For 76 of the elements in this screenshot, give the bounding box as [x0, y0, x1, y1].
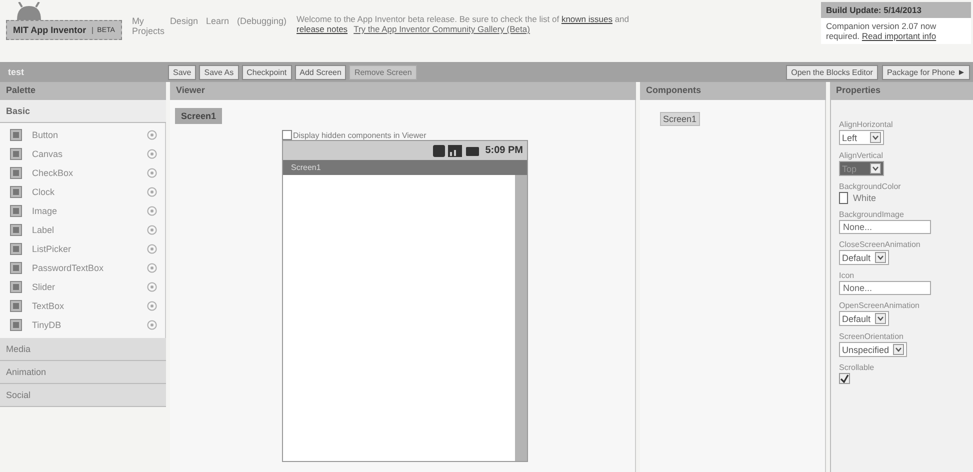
color-swatch[interactable] [839, 192, 848, 204]
toolbar-button[interactable]: Save As [199, 64, 239, 80]
toolbar-button[interactable]: Open the Blocks Editor [786, 64, 878, 80]
phone-time: 5:09 PM [485, 145, 523, 156]
property-label: BackgroundImage [839, 210, 905, 219]
dropdown[interactable]: Left [839, 130, 884, 145]
nav-link[interactable]: (Debugging) [236, 16, 287, 36]
palette-item[interactable]: Label [0, 221, 165, 240]
palette-section[interactable]: Animation [0, 361, 166, 384]
component-icon [10, 262, 22, 274]
property-label: AlignHorizontal [839, 120, 894, 129]
palette-item[interactable]: TinyDB [0, 316, 165, 335]
property-label: ScreenOrientation [839, 332, 904, 341]
panel-header: Properties [830, 82, 973, 100]
panel-header: Palette [0, 82, 166, 100]
property-label: BackgroundColor [839, 182, 902, 191]
checkbox-label: Display hidden components in Viewer [293, 130, 426, 140]
dropdown[interactable]: Default [839, 311, 889, 326]
checkbox[interactable] [282, 130, 292, 140]
component-icon [10, 167, 22, 179]
tree-item[interactable]: Screen1 [660, 112, 700, 126]
palette-item[interactable]: Clock [0, 183, 165, 202]
palette-item[interactable]: TextBox [0, 297, 165, 316]
status-icons [433, 144, 482, 158]
nav-link[interactable]: Design [170, 16, 198, 36]
gallery-link[interactable]: Try the App Inventor Community Gallery (Beta) [354, 24, 530, 34]
project-name: test [8, 67, 26, 77]
toolbar-button[interactable]: Package for Phone [882, 64, 970, 80]
property-label: Icon [839, 271, 856, 280]
panel-header: Viewer [170, 82, 636, 100]
palette-item[interactable]: ListPicker [0, 240, 165, 259]
android-robot-icon [14, 2, 44, 20]
check-icon [840, 374, 849, 383]
property-label: OpenScreenAnimation [839, 301, 920, 310]
palette-item[interactable]: CheckBox [0, 164, 165, 183]
component-icon [10, 319, 22, 331]
nav-link[interactable]: My Projects [132, 16, 162, 36]
palette-item[interactable]: Canvas [0, 145, 165, 164]
release-notes-link[interactable]: release notes [296, 24, 348, 34]
color-name: White [853, 193, 876, 203]
property-label: Scrollable [839, 363, 876, 372]
component-icon [10, 205, 22, 217]
known-issues-link[interactable]: known issues [561, 14, 612, 24]
palette-section[interactable]: Media [0, 338, 166, 361]
property-label: AlignVertical [839, 151, 884, 160]
toolbar-button[interactable]: Save [168, 64, 196, 80]
panel-header: Components [640, 82, 826, 100]
checkbox[interactable] [839, 373, 850, 384]
text-field[interactable]: None... [839, 220, 931, 234]
screen-tab[interactable]: Screen1 [175, 108, 222, 124]
property-label: CloseScreenAnimation [839, 240, 922, 249]
text-field[interactable]: None... [839, 281, 931, 295]
dropdown[interactable]: Unspecified [839, 342, 908, 357]
caret-icon [958, 68, 965, 76]
palette-item[interactable]: Slider [0, 278, 165, 297]
dropdown[interactable]: Default [839, 250, 889, 265]
palette-item[interactable]: PasswordTextBox [0, 259, 165, 278]
nav-link[interactable]: Learn [206, 16, 229, 36]
component-icon [10, 148, 22, 160]
component-icon [10, 224, 22, 236]
component-icon [10, 186, 22, 198]
palette-section[interactable]: Basic [0, 100, 166, 123]
component-icon [10, 281, 22, 293]
toolbar-button[interactable]: Checkpoint [242, 64, 292, 80]
update-text: Companion version 2.07 now required. Read important info [825, 20, 938, 43]
palette-section[interactable]: Social [0, 384, 166, 407]
palette-item[interactable]: Button [0, 126, 165, 145]
palette-item[interactable]: Image [0, 202, 165, 221]
component-icon [10, 300, 22, 312]
toolbar-button[interactable]: Add Screen [294, 64, 346, 80]
component-icon [10, 129, 22, 141]
important-info-link[interactable]: Read important info [862, 31, 936, 41]
component-icon [10, 243, 22, 255]
welcome-text: Welcome to the App Inventor beta release. Be sure to check the list of known issues and [296, 14, 630, 24]
update-title: Build Update: 5/14/2013 [821, 2, 971, 18]
phone-title-bar: Screen1 [283, 160, 527, 175]
